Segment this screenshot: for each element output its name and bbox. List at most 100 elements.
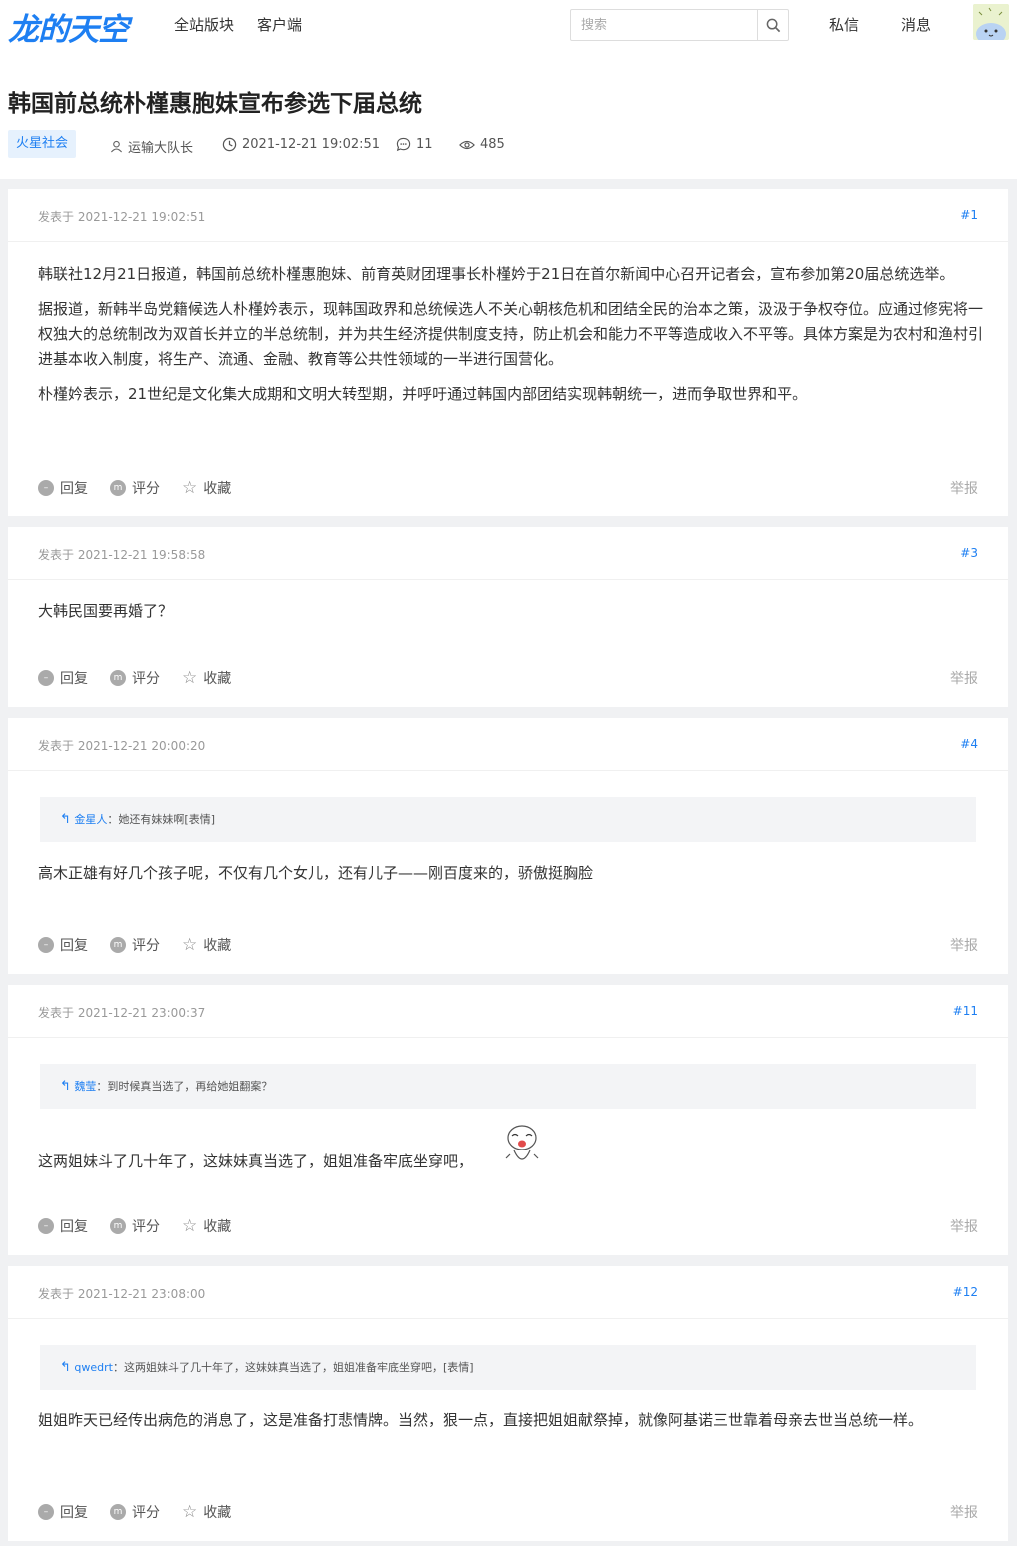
- reply-label: 回复: [60, 1219, 88, 1235]
- thread-header: 韩国前总统朴槿惠胞妹宣布参选下届总统 火星社会 运输大队长 2021-12-21…: [0, 48, 1017, 179]
- floor-number[interactable]: #4: [960, 737, 978, 751]
- report-button[interactable]: 举报: [950, 478, 978, 498]
- search-icon: [766, 18, 780, 32]
- post-actions: – 回复 m 评分 ☆ 收藏: [38, 1502, 253, 1522]
- reply-button[interactable]: – 回复: [38, 1216, 88, 1236]
- top-navbar: 龙的天空 全站版块 客户端 私信 消息: [0, 0, 1017, 48]
- post-content: 高木正雄有好几个孩子呢，不仅有几个女儿，还有儿子——刚百度来的，骄傲挺胸脸: [38, 861, 983, 896]
- private-messages-link[interactable]: 私信: [829, 14, 859, 35]
- report-button[interactable]: 举报: [950, 668, 978, 688]
- post-header: 发表于 2021-12-21 23:08:00 #12: [8, 1266, 1008, 1319]
- quote-block: ↰ 魏莹：到时候真当选了，再给她姐翻案？: [40, 1064, 976, 1109]
- favorite-button[interactable]: ☆ 收藏: [182, 1216, 231, 1236]
- floor-number[interactable]: #12: [953, 1285, 978, 1299]
- notifications-link[interactable]: 消息: [901, 14, 931, 35]
- rate-label: 评分: [132, 671, 160, 687]
- post-date: 发表于 2021-12-21 20:00:20: [38, 739, 206, 753]
- rate-label: 评分: [132, 1505, 160, 1521]
- post-date: 发表于 2021-12-21 19:58:58: [38, 548, 206, 562]
- reply-arrow-icon: ↰: [60, 1079, 71, 1094]
- rate-button[interactable]: m 评分: [110, 935, 160, 955]
- report-button[interactable]: 举报: [950, 1216, 978, 1236]
- nav-all-boards[interactable]: 全站版块: [174, 14, 234, 35]
- post-floor-1: 发表于 2021-12-21 19:02:51 #1 韩联社12月21日报道，韩…: [8, 189, 1008, 516]
- post-date: 发表于 2021-12-21 23:08:00: [38, 1287, 206, 1301]
- reply-button[interactable]: – 回复: [38, 668, 88, 688]
- post-actions: – 回复 m 评分 ☆ 收藏: [38, 1216, 253, 1236]
- star-icon: ☆: [182, 1216, 198, 1236]
- quote-user[interactable]: qwedrt: [74, 1361, 113, 1374]
- floor-number[interactable]: #11: [953, 1004, 978, 1018]
- quote-text: ：到时候真当选了，再给她姐翻案？: [96, 1080, 273, 1093]
- quote-block: ↰ 金星人：她还有妹妹啊[表情]: [40, 797, 976, 842]
- floor-number[interactable]: #1: [960, 208, 978, 222]
- favorite-label: 收藏: [203, 481, 232, 497]
- post-header: 发表于 2021-12-21 23:00:37 #11: [8, 985, 1008, 1038]
- favorite-button[interactable]: ☆ 收藏: [182, 1502, 231, 1522]
- thread-time-text: 2021-12-21 19:02:51: [242, 137, 381, 152]
- page-title: 韩国前总统朴槿惠胞妹宣布参选下届总统: [8, 91, 422, 117]
- quote-user[interactable]: 魏莹: [74, 1080, 96, 1093]
- user-avatar[interactable]: [973, 4, 1009, 40]
- post-paragraph: 韩联社12月21日报道，韩国前总统朴槿惠胞妹、前育英财团理事长朴槿妗于21日在首…: [38, 265, 955, 283]
- reply-icon: –: [38, 937, 54, 953]
- post-date: 发表于 2021-12-21 19:02:51: [38, 210, 206, 224]
- post-paragraph: 朴槿妗表示，21世纪是文化集大成期和文明大转型期，并呼吁通过韩国内部团结实现韩朝…: [38, 385, 808, 403]
- search-input[interactable]: [571, 10, 757, 40]
- quote-user[interactable]: 金星人: [74, 813, 107, 826]
- nav-client[interactable]: 客户端: [257, 14, 302, 35]
- reply-button[interactable]: – 回复: [38, 478, 88, 498]
- post-content: 大韩民国要再婚了？: [38, 599, 983, 634]
- favorite-button[interactable]: ☆ 收藏: [182, 935, 231, 955]
- thread-replies: 11: [396, 137, 433, 152]
- favorite-label: 收藏: [203, 1505, 232, 1521]
- user-icon: [110, 140, 123, 153]
- favorite-label: 收藏: [203, 938, 232, 954]
- reply-arrow-icon: ↰: [60, 812, 71, 827]
- star-icon: ☆: [182, 935, 198, 955]
- rate-label: 评分: [132, 938, 160, 954]
- quote-text: ：这两姐妹斗了几十年了，这妹妹真当选了，姐姐准备牢底坐穿吧，[表情]: [112, 1361, 474, 1374]
- site-logo[interactable]: 龙的天空: [8, 4, 129, 49]
- rate-icon: m: [110, 480, 126, 496]
- thread-views: 485: [459, 137, 505, 152]
- post-content: 姐姐昨天已经传出病危的消息了，这是准备打悲情牌。当然，狠一点，直接把姐姐献祭掉，…: [38, 1408, 983, 1443]
- star-icon: ☆: [182, 668, 198, 688]
- forum-tag[interactable]: 火星社会: [8, 130, 77, 158]
- reply-button[interactable]: – 回复: [38, 935, 88, 955]
- favorite-button[interactable]: ☆ 收藏: [182, 668, 231, 688]
- rate-button[interactable]: m 评分: [110, 1216, 160, 1236]
- rate-button[interactable]: m 评分: [110, 478, 160, 498]
- reply-count: 11: [416, 137, 433, 152]
- report-button[interactable]: 举报: [950, 1502, 978, 1522]
- rate-icon: m: [110, 1218, 126, 1234]
- floor-number[interactable]: #3: [960, 546, 978, 560]
- reply-icon: –: [38, 1504, 54, 1520]
- search-button[interactable]: [757, 10, 788, 40]
- quote-block: ↰ qwedrt：这两姐妹斗了几十年了，这妹妹真当选了，姐姐准备牢底坐穿吧，[表…: [40, 1345, 976, 1390]
- post-content: 韩联社12月21日报道，韩国前总统朴槿惠胞妹、前育英财团理事长朴槿妗于21日在首…: [38, 262, 983, 417]
- report-button[interactable]: 举报: [950, 935, 978, 955]
- thread-time: 2021-12-21 19:02:51: [222, 137, 380, 152]
- search-box: [570, 9, 789, 41]
- post-actions: – 回复 m 评分 ☆ 收藏: [38, 478, 253, 498]
- favorite-label: 收藏: [203, 1219, 232, 1235]
- rate-label: 评分: [132, 1219, 160, 1235]
- rate-icon: m: [110, 937, 126, 953]
- rate-button[interactable]: m 评分: [110, 668, 160, 688]
- reply-button[interactable]: – 回复: [38, 1502, 88, 1522]
- reply-icon: –: [38, 670, 54, 686]
- rate-button[interactable]: m 评分: [110, 1502, 160, 1522]
- reply-label: 回复: [60, 671, 88, 687]
- post-actions: – 回复 m 评分 ☆ 收藏: [38, 668, 253, 688]
- post-date: 发表于 2021-12-21 23:00:37: [38, 1006, 206, 1020]
- reply-label: 回复: [60, 1505, 88, 1521]
- post-floor-12: 发表于 2021-12-21 23:08:00 #12 ↰ qwedrt：这两姐…: [8, 1266, 1008, 1541]
- post-header: 发表于 2021-12-21 19:02:51 #1: [8, 189, 1008, 242]
- favorite-button[interactable]: ☆ 收藏: [182, 478, 231, 498]
- favorite-label: 收藏: [203, 671, 232, 687]
- comment-icon: [396, 137, 411, 152]
- rate-icon: m: [110, 670, 126, 686]
- post-floor-4: 发表于 2021-12-21 20:00:20 #4 ↰ 金星人：她还有妹妹啊[…: [8, 718, 1008, 974]
- thread-author[interactable]: 运输大队长: [110, 137, 193, 156]
